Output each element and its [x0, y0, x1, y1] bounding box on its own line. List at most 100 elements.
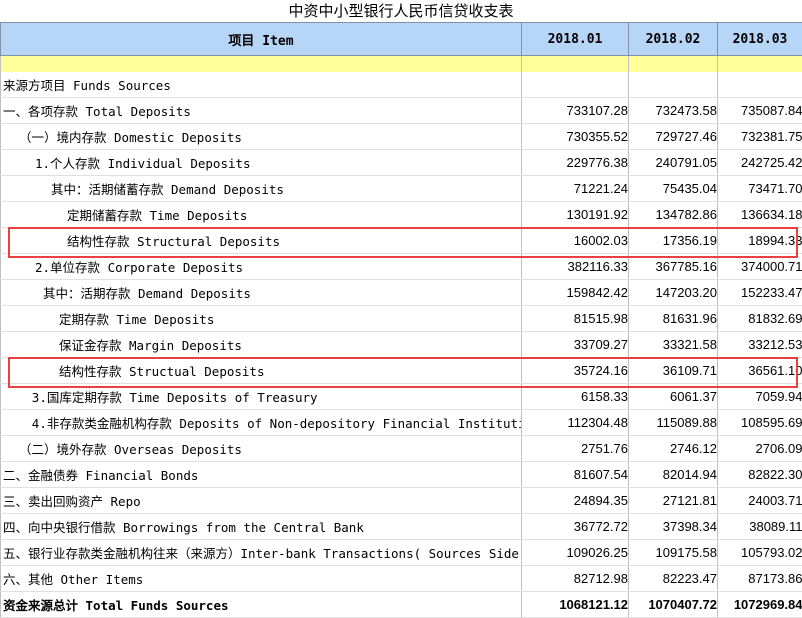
table-row: （一）境内存款 Domestic Deposits730355.52729727… [1, 124, 802, 150]
row-value: 33212.53 [718, 332, 802, 358]
row-value: 229776.38 [522, 150, 629, 176]
header-item: 项目 Item [1, 23, 522, 56]
row-value: 152233.47 [718, 280, 802, 306]
row-label: 六、其他 Other Items [1, 566, 522, 592]
row-value: 109026.25 [522, 540, 629, 566]
row-value: 82223.47 [629, 566, 718, 592]
row-label: 一、各项存款 Total Deposits [1, 98, 522, 124]
row-label: 保证金存款 Margin Deposits [1, 332, 522, 358]
table-row: 四、向中央银行借款 Borrowings from the Central Ba… [1, 514, 802, 540]
table-row: 资金来源总计 Total Funds Sources1068121.121070… [1, 592, 802, 618]
row-value: 37398.34 [629, 514, 718, 540]
row-value: 242725.42 [718, 150, 802, 176]
row-label: 资金来源总计 Total Funds Sources [1, 592, 522, 618]
row-value: 82014.94 [629, 462, 718, 488]
highlight-box [8, 357, 798, 388]
row-label: （二）境外存款 Overseas Deposits [1, 436, 522, 462]
row-label: 来源方项目 Funds Sources [1, 72, 522, 98]
row-value: 33709.27 [522, 332, 629, 358]
row-value: 240791.05 [629, 150, 718, 176]
row-value: 82712.98 [522, 566, 629, 592]
row-value: 81515.98 [522, 306, 629, 332]
table-row: 其中：活期储蓄存款 Demand Deposits71221.2475435.0… [1, 176, 802, 202]
row-label: 三、卖出回购资产 Repo [1, 488, 522, 514]
row-value: 159842.42 [522, 280, 629, 306]
row-label: 4.非存款类金融机构存款 Deposits of Non-depository … [1, 410, 522, 436]
row-label: 其中：活期储蓄存款 Demand Deposits [1, 176, 522, 202]
row-value: 71221.24 [522, 176, 629, 202]
table-row: 4.非存款类金融机构存款 Deposits of Non-depository … [1, 410, 802, 436]
row-value [718, 72, 802, 98]
row-value: 2751.76 [522, 436, 629, 462]
band-cell [629, 56, 718, 73]
table-row: （二）境外存款 Overseas Deposits2751.762746.122… [1, 436, 802, 462]
header-col-2018-02: 2018.02 [629, 23, 718, 56]
table-row: 一、各项存款 Total Deposits733107.28732473.587… [1, 98, 802, 124]
row-value: 732473.58 [629, 98, 718, 124]
table-row: 1.个人存款 Individual Deposits229776.3824079… [1, 150, 802, 176]
row-value: 1072969.84 [718, 592, 802, 618]
sheet: 中资中小型银行人民币信贷收支表 项目 Item 2018.01 2018.02 … [0, 0, 802, 616]
row-value: 81607.54 [522, 462, 629, 488]
table-row: 定期储蓄存款 Time Deposits130191.92134782.8613… [1, 202, 802, 228]
row-value: 147203.20 [629, 280, 718, 306]
row-value: 2706.09 [718, 436, 802, 462]
row-value: 112304.48 [522, 410, 629, 436]
row-label: （一）境内存款 Domestic Deposits [1, 124, 522, 150]
row-label: 二、金融债券 Financial Bonds [1, 462, 522, 488]
header-col-2018-01: 2018.01 [522, 23, 629, 56]
row-value: 730355.52 [522, 124, 629, 150]
table-body: 来源方项目 Funds Sources一、各项存款 Total Deposits… [1, 72, 802, 618]
row-value: 81832.69 [718, 306, 802, 332]
row-value: 27121.81 [629, 488, 718, 514]
table-row: 二、金融债券 Financial Bonds81607.5482014.9482… [1, 462, 802, 488]
table-row: 三、卖出回购资产 Repo24894.3527121.8124003.71 [1, 488, 802, 514]
row-label: 1.个人存款 Individual Deposits [1, 150, 522, 176]
yellow-band [1, 56, 802, 73]
row-value: 75435.04 [629, 176, 718, 202]
band-cell [522, 56, 629, 73]
row-value: 729727.46 [629, 124, 718, 150]
band-cell [1, 56, 522, 73]
row-value: 38089.11 [718, 514, 802, 540]
table-row: 其中：活期存款 Demand Deposits159842.42147203.2… [1, 280, 802, 306]
row-value: 733107.28 [522, 98, 629, 124]
highlight-box [8, 227, 798, 258]
row-value: 1070407.72 [629, 592, 718, 618]
row-value: 33321.58 [629, 332, 718, 358]
row-value: 87173.86 [718, 566, 802, 592]
row-value: 1068121.12 [522, 592, 629, 618]
row-value: 24003.71 [718, 488, 802, 514]
row-value: 73471.70 [718, 176, 802, 202]
row-value: 735087.84 [718, 98, 802, 124]
row-value: 136634.18 [718, 202, 802, 228]
row-value: 36772.72 [522, 514, 629, 540]
row-value: 24894.35 [522, 488, 629, 514]
table-row: 保证金存款 Margin Deposits33709.2733321.58332… [1, 332, 802, 358]
row-label: 五、银行业存款类金融机构往来（来源方）Inter-bank Transactio… [1, 540, 522, 566]
row-value: 115089.88 [629, 410, 718, 436]
row-value: 105793.02 [718, 540, 802, 566]
band-cell [718, 56, 802, 73]
row-value [629, 72, 718, 98]
row-value: 81631.96 [629, 306, 718, 332]
table-row: 五、银行业存款类金融机构往来（来源方）Inter-bank Transactio… [1, 540, 802, 566]
row-label: 四、向中央银行借款 Borrowings from the Central Ba… [1, 514, 522, 540]
header-col-2018-03: 2018.03 [718, 23, 802, 56]
row-label: 定期储蓄存款 Time Deposits [1, 202, 522, 228]
header-row: 项目 Item 2018.01 2018.02 2018.03 [1, 23, 802, 56]
row-value: 108595.69 [718, 410, 802, 436]
row-label: 其中：活期存款 Demand Deposits [1, 280, 522, 306]
row-label: 定期存款 Time Deposits [1, 306, 522, 332]
row-value: 82822.30 [718, 462, 802, 488]
row-value: 732381.75 [718, 124, 802, 150]
row-value: 2746.12 [629, 436, 718, 462]
table-row: 六、其他 Other Items82712.9882223.4787173.86 [1, 566, 802, 592]
row-value: 134782.86 [629, 202, 718, 228]
table-title: 中资中小型银行人民币信贷收支表 [0, 0, 802, 22]
table-row: 定期存款 Time Deposits81515.9881631.9681832.… [1, 306, 802, 332]
credit-table: 项目 Item 2018.01 2018.02 2018.03 来源方项目 Fu… [0, 22, 802, 618]
row-value: 130191.92 [522, 202, 629, 228]
row-value [522, 72, 629, 98]
row-value: 109175.58 [629, 540, 718, 566]
